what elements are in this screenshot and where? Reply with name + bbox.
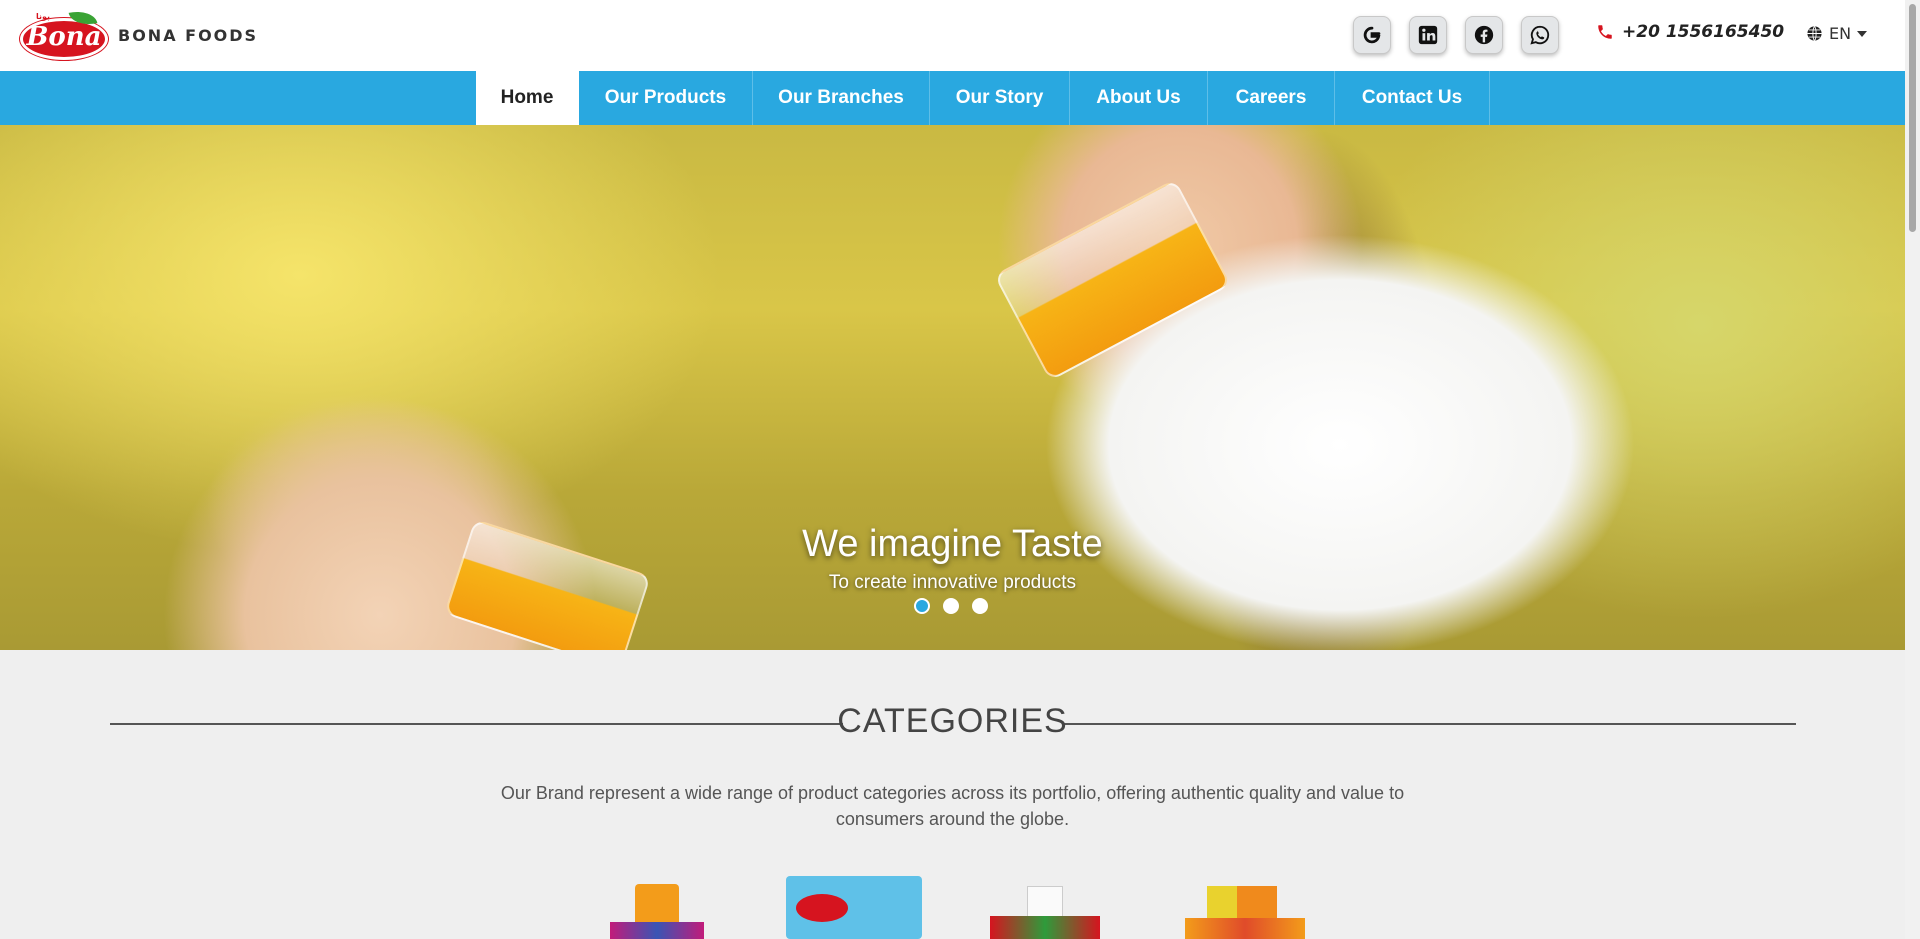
whatsapp-icon	[1530, 25, 1550, 45]
category-product-4[interactable]	[1185, 886, 1305, 939]
phone-contact[interactable]: +20 1556165450	[1596, 22, 1784, 42]
nav-item-contact-us[interactable]: Contact Us	[1335, 71, 1490, 125]
brand-logo[interactable]: بونا Bona BONA FOODS	[18, 7, 259, 62]
nav-item-our-branches[interactable]: Our Branches	[753, 71, 930, 125]
nav-item-our-story[interactable]: Our Story	[930, 71, 1070, 125]
chevron-down-icon	[1857, 30, 1868, 37]
slide-dot-3[interactable]	[972, 598, 988, 614]
phone-icon	[1598, 25, 1612, 39]
category-product-3[interactable]	[990, 886, 1100, 939]
logo-word: Bona	[26, 22, 102, 52]
linkedin-icon	[1418, 25, 1438, 45]
google-icon	[1363, 26, 1381, 44]
globe-icon	[1807, 26, 1822, 41]
nav-item-home[interactable]: Home	[476, 71, 579, 125]
facebook-link[interactable]	[1465, 16, 1503, 54]
linkedin-link[interactable]	[1409, 16, 1447, 54]
hero-slider[interactable]: We imagine Taste To create innovative pr…	[0, 125, 1905, 650]
nav-item-about-us[interactable]: About Us	[1070, 71, 1208, 125]
categories-description: Our Brand represent a wide range of prod…	[500, 783, 1405, 829]
language-label: EN	[1829, 24, 1852, 43]
hero-subtitle: To create innovative products	[828, 572, 1077, 593]
logo-arabic-text: بونا	[36, 12, 51, 21]
logo-badge: بونا Bona	[18, 7, 110, 62]
categories-section: CATEGORIES Our Brand represent a wide ra…	[0, 650, 1905, 939]
slider-dots	[914, 598, 1001, 614]
nav-item-our-products[interactable]: Our Products	[579, 71, 753, 125]
main-navbar: Home Our Products Our Branches Our Story…	[0, 71, 1905, 125]
slide-dot-2[interactable]	[943, 598, 959, 614]
juice-glass-right	[993, 178, 1232, 382]
hero-title: We imagine Taste	[802, 523, 1103, 565]
language-selector[interactable]: EN	[1806, 24, 1868, 43]
facebook-icon	[1474, 25, 1494, 45]
slide-dot-1[interactable]	[914, 598, 930, 614]
brand-name: BONA FOODS	[118, 25, 259, 45]
scrollbar-thumb[interactable]	[1909, 4, 1916, 232]
page-scrollbar[interactable]	[1905, 0, 1920, 939]
categories-title: CATEGORIES	[837, 702, 1068, 740]
nav-menu: Home Our Products Our Branches Our Story…	[476, 71, 1490, 125]
google-link[interactable]	[1353, 16, 1391, 54]
category-product-2[interactable]	[786, 876, 922, 939]
phone-number: +20 1556165450	[1622, 22, 1785, 42]
top-header: بونا Bona BONA FOODS +20 1556165450 EN	[0, 0, 1905, 71]
category-product-1[interactable]	[610, 884, 704, 939]
nav-item-careers[interactable]: Careers	[1208, 71, 1335, 125]
whatsapp-link[interactable]	[1521, 16, 1559, 54]
